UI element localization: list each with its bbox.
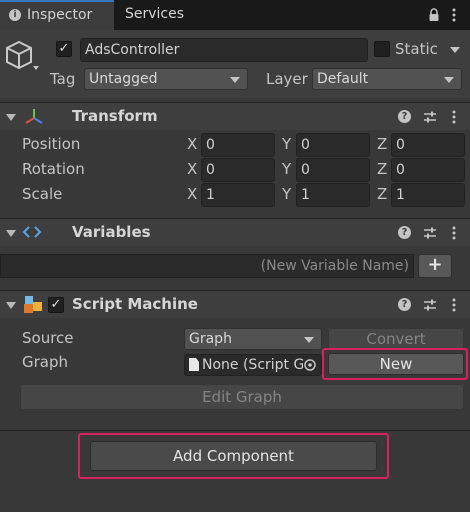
graph-object-value: None (Script G: [202, 357, 305, 373]
source-label: Source: [22, 329, 74, 347]
fold-arrow-icon: [6, 114, 16, 121]
variables-header[interactable]: Variables ?: [0, 218, 470, 246]
tab-inspector-label: Inspector: [27, 7, 93, 23]
axis-y-label[interactable]: Y: [282, 185, 291, 203]
more-icon[interactable]: [452, 226, 456, 240]
position-z-value: 0: [396, 137, 405, 153]
convert-button[interactable]: Convert: [328, 328, 464, 350]
new-graph-button[interactable]: New: [328, 353, 464, 375]
axis-z-label[interactable]: Z: [377, 160, 387, 178]
new-variable-field[interactable]: (New Variable Name): [0, 254, 414, 278]
chevron-down-icon: [444, 77, 454, 83]
rotation-z-value: 0: [396, 162, 405, 178]
position-x-field[interactable]: 0: [201, 133, 275, 157]
static-dropdown-icon[interactable]: [450, 47, 460, 53]
tab-inspector[interactable]: i Inspector: [0, 0, 114, 30]
graph-label: Graph: [22, 353, 69, 371]
tag-value: Untagged: [89, 71, 158, 87]
chevron-down-icon: [230, 77, 240, 83]
info-icon: i: [9, 9, 21, 21]
script-file-icon: [189, 358, 199, 371]
lock-icon[interactable]: [428, 8, 440, 22]
scale-z-field[interactable]: 1: [391, 183, 465, 207]
tag-dropdown[interactable]: Untagged: [84, 68, 248, 90]
transform-row-rotation: Rotation X 0 Y 0 Z 0: [0, 158, 470, 182]
scale-z-value: 1: [396, 187, 405, 203]
source-value: Graph: [189, 331, 232, 347]
axis-y-label[interactable]: Y: [282, 135, 291, 153]
scale-x-value: 1: [206, 187, 215, 203]
object-name-text: AdsController: [85, 42, 180, 58]
help-icon[interactable]: ?: [398, 110, 411, 123]
object-name-field[interactable]: AdsController: [80, 38, 368, 62]
axis-x-label[interactable]: X: [187, 160, 197, 178]
add-variable-button[interactable]: +: [418, 254, 452, 278]
layer-value: Default: [317, 71, 369, 87]
edit-graph-button[interactable]: Edit Graph: [20, 384, 464, 410]
axis-z-label[interactable]: Z: [377, 135, 387, 153]
scale-y-value: 1: [301, 187, 310, 203]
layer-dropdown[interactable]: Default: [312, 68, 462, 90]
convert-label: Convert: [366, 330, 426, 348]
help-icon[interactable]: ?: [398, 298, 411, 311]
more-icon[interactable]: [451, 8, 457, 22]
script-machine-header[interactable]: ✓ Script Machine ?: [0, 290, 470, 318]
presets-icon[interactable]: [423, 110, 437, 124]
add-component-label: Add Component: [173, 447, 294, 465]
edit-graph-label: Edit Graph: [202, 388, 282, 406]
new-variable-placeholder: (New Variable Name): [260, 258, 409, 274]
scale-y-field[interactable]: 1: [296, 183, 370, 207]
static-checkbox[interactable]: [374, 41, 390, 57]
script-machine-icon: [22, 294, 44, 316]
add-variable-label: +: [427, 254, 443, 275]
static-label: Static: [395, 40, 438, 58]
scale-label: Scale: [22, 185, 63, 203]
variables-title: Variables: [72, 223, 151, 241]
axis-x-label[interactable]: X: [187, 135, 197, 153]
rotation-x-field[interactable]: 0: [201, 158, 275, 182]
help-icon[interactable]: ?: [398, 226, 411, 239]
position-x-value: 0: [206, 137, 215, 153]
rotation-z-field[interactable]: 0: [391, 158, 465, 182]
fold-arrow-icon: [6, 302, 16, 309]
axis-x-label[interactable]: X: [187, 185, 197, 203]
axis-z-label[interactable]: Z: [377, 185, 387, 203]
transform-icon: [24, 107, 44, 127]
component-divider: [0, 430, 470, 431]
tab-services-label: Services: [125, 6, 185, 22]
rotation-y-field[interactable]: 0: [296, 158, 370, 182]
position-y-field[interactable]: 0: [296, 133, 370, 157]
new-graph-label: New: [379, 355, 413, 373]
script-machine-enabled-checkbox[interactable]: ✓: [48, 297, 64, 313]
script-machine-title: Script Machine: [72, 295, 198, 313]
transform-row-scale: Scale X 1 Y 1 Z 1: [0, 183, 470, 207]
chevron-down-icon: [304, 337, 314, 343]
object-picker-icon[interactable]: [303, 358, 317, 372]
transform-row-position: Position X 0 Y 0 Z 0: [0, 133, 470, 157]
rotation-label: Rotation: [22, 160, 85, 178]
more-icon[interactable]: [452, 298, 456, 312]
active-checkbox[interactable]: ✓: [56, 41, 72, 57]
fold-arrow-icon: [6, 230, 16, 237]
position-label: Position: [22, 135, 81, 153]
transform-title: Transform: [72, 107, 158, 125]
code-brackets-icon: [22, 224, 42, 240]
position-z-field[interactable]: 0: [391, 133, 465, 157]
transform-header[interactable]: Transform ?: [0, 102, 470, 130]
more-icon[interactable]: [452, 110, 456, 124]
add-component-button[interactable]: Add Component: [90, 441, 377, 471]
rotation-x-value: 0: [206, 162, 215, 178]
presets-icon[interactable]: [423, 226, 437, 240]
position-y-value: 0: [301, 137, 310, 153]
presets-icon[interactable]: [423, 298, 437, 312]
scale-x-field[interactable]: 1: [201, 183, 275, 207]
rotation-y-value: 0: [301, 162, 310, 178]
graph-object-field[interactable]: None (Script G: [184, 354, 322, 376]
tag-label: Tag: [50, 70, 76, 88]
tab-services[interactable]: Services: [114, 0, 204, 30]
gameobject-cube-icon[interactable]: [5, 40, 41, 74]
axis-y-label[interactable]: Y: [282, 160, 291, 178]
source-dropdown[interactable]: Graph: [184, 328, 322, 350]
layer-label: Layer: [266, 70, 308, 88]
